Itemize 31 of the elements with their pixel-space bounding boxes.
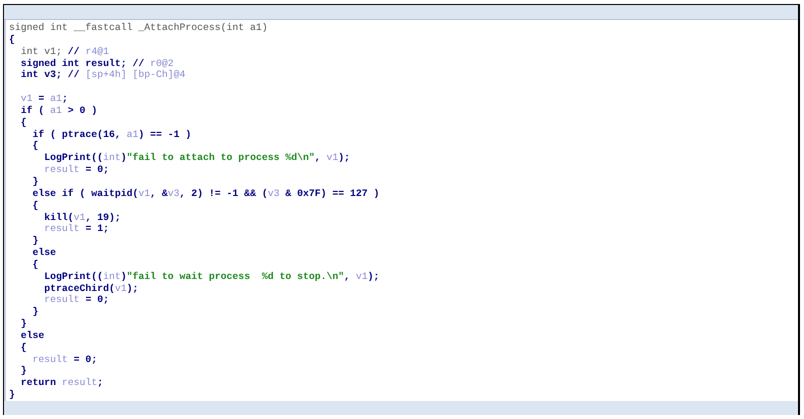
- code-line: signed int result; // r0@2: [20, 58, 175, 70]
- code-line: {: [32, 258, 40, 271]
- code-line: {: [20, 342, 28, 354]
- code-line: ptraceChird(v1);: [43, 282, 140, 294]
- code-line: return result;: [20, 377, 104, 390]
- code-line: if ( a1 > 0 ): [20, 104, 98, 117]
- code-line: {: [32, 140, 40, 152]
- code-line: int v1; // r4@1: [20, 46, 110, 58]
- code-line: result = 0;: [32, 354, 98, 366]
- code-line: }: [9, 389, 16, 401]
- code-line: signed int __fastcall _AttachProcess(int a1): [9, 22, 269, 34]
- code-line: }: [20, 365, 28, 378]
- code-line: {: [20, 116, 28, 129]
- code-line: }: [32, 235, 40, 248]
- code-line: LogPrint((int)"fail to wait process %d to stop.\n", v1);: [43, 270, 380, 283]
- code-line: LogPrint((int)"fail to attach to process %d\n", v1);: [43, 152, 352, 164]
- code-line: }: [32, 176, 40, 188]
- code-line: else: [32, 247, 58, 259]
- code-line: }: [20, 318, 28, 330]
- code-line: {: [32, 200, 40, 212]
- code-line: kill(v1, 19);: [43, 212, 122, 224]
- code-line: int v3; // [sp+4h] [bp-Ch]@4: [20, 69, 186, 82]
- code-line: result = 1;: [43, 223, 110, 236]
- code-line: else: [20, 330, 46, 342]
- code-line: result = 0;: [43, 294, 110, 306]
- code-line: {: [9, 34, 16, 46]
- code-line: v1 = a1;: [20, 93, 69, 105]
- code-line: else if ( waitpid(v1, &v3, 2) != -1 && (v3 & 0x7F) == 127 ): [32, 188, 380, 200]
- code-line: if ( ptrace(16, a1) == -1 ): [32, 128, 192, 140]
- code-line: result = 0;: [43, 164, 110, 176]
- code-line: }: [32, 306, 40, 318]
